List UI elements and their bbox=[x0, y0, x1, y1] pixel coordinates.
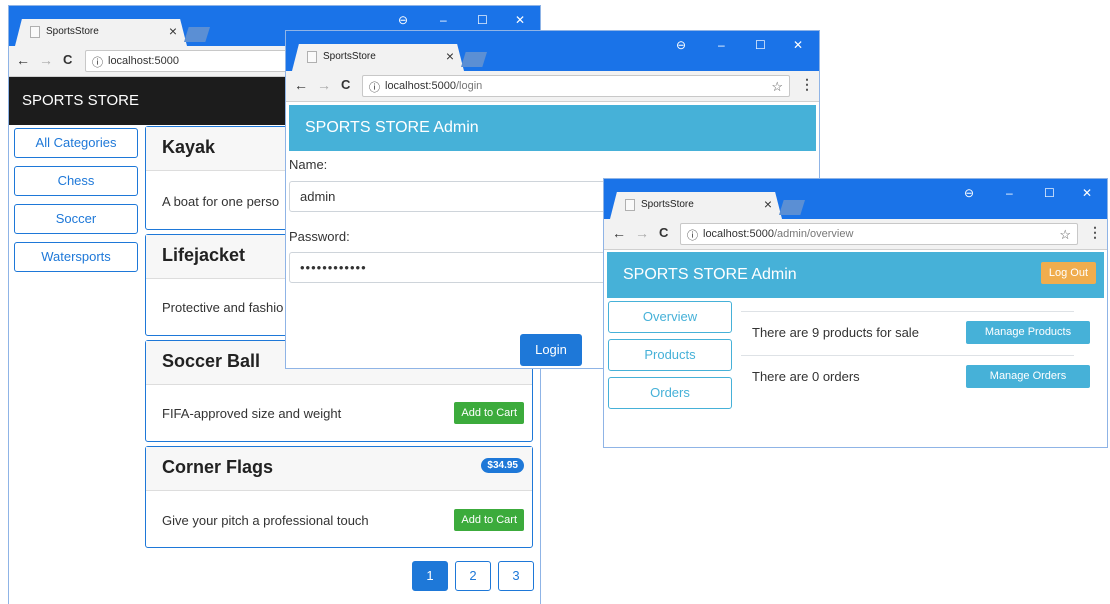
menu-icon[interactable]: ⋮ bbox=[1088, 224, 1102, 241]
category-chess-button[interactable]: Chess bbox=[14, 166, 138, 196]
account-icon[interactable]: ⊖ bbox=[676, 38, 686, 52]
back-icon[interactable]: ← bbox=[294, 77, 308, 93]
product-description: Give your pitch a professional touch bbox=[162, 513, 369, 528]
account-icon[interactable]: ⊖ bbox=[398, 13, 408, 27]
back-icon[interactable]: ← bbox=[612, 225, 626, 241]
product-description: A boat for one perso bbox=[162, 194, 280, 209]
maximize-icon[interactable]: ☐ bbox=[477, 13, 488, 27]
page-icon bbox=[625, 199, 635, 211]
store-brand: SPORTS STORE bbox=[22, 92, 139, 109]
manage-products-button[interactable]: Manage Products bbox=[966, 321, 1090, 344]
product-name: Lifejacket bbox=[162, 245, 246, 265]
admin-navbar: SPORTS STORE Admin bbox=[289, 105, 816, 151]
url-text: localhost:5000 bbox=[108, 55, 179, 67]
nav-products-button[interactable]: Products bbox=[608, 339, 732, 371]
bookmark-star-icon[interactable]: ☆ bbox=[771, 79, 783, 95]
new-tab-button[interactable] bbox=[779, 200, 805, 215]
nav-overview-button[interactable]: Overview bbox=[608, 301, 732, 333]
page-icon bbox=[30, 26, 40, 38]
menu-icon[interactable]: ⋮ bbox=[800, 76, 814, 93]
product-name: Corner Flags bbox=[162, 457, 274, 477]
product-name: Kayak bbox=[162, 137, 216, 157]
url-text: localhost:5000/login bbox=[385, 80, 482, 92]
browser-tab[interactable]: SportsStore × bbox=[610, 192, 782, 219]
category-watersports-button[interactable]: Watersports bbox=[14, 242, 138, 272]
product-header: Corner Flags $34.95 bbox=[146, 447, 532, 491]
close-window-icon[interactable]: ✕ bbox=[1082, 186, 1092, 200]
browser-tab[interactable]: SportsStore × bbox=[292, 44, 464, 71]
add-to-cart-button[interactable]: Add to Cart bbox=[454, 402, 524, 424]
close-window-icon[interactable]: ✕ bbox=[515, 13, 525, 27]
page-icon bbox=[307, 51, 317, 63]
admin-navbar: SPORTS STORE Admin Log Out bbox=[607, 252, 1104, 298]
product-card-corner-flags: Corner Flags $34.95 Give your pitch a pr… bbox=[145, 446, 533, 548]
tab-title: SportsStore bbox=[323, 51, 376, 62]
close-tab-icon[interactable]: × bbox=[169, 23, 177, 39]
url-host: localhost:5000 bbox=[703, 228, 774, 240]
title-bar: SportsStore × ⊖ – ☐ ✕ bbox=[604, 179, 1107, 219]
maximize-icon[interactable]: ☐ bbox=[755, 38, 766, 52]
browser-tab[interactable]: SportsStore × bbox=[15, 19, 187, 46]
close-tab-icon[interactable]: × bbox=[764, 196, 772, 212]
forward-icon[interactable]: → bbox=[635, 225, 649, 241]
page-1-button[interactable]: 1 bbox=[412, 561, 448, 591]
product-count-text: There are 9 products for sale bbox=[752, 325, 919, 340]
url-host: localhost:5000 bbox=[108, 55, 179, 67]
address-bar[interactable]: ⓘ localhost:5000/login ☆ bbox=[362, 75, 790, 97]
new-tab-button[interactable] bbox=[461, 52, 487, 67]
close-window-icon[interactable]: ✕ bbox=[793, 38, 803, 52]
maximize-icon[interactable]: ☐ bbox=[1044, 186, 1055, 200]
name-label: Name: bbox=[289, 157, 328, 172]
reload-icon[interactable]: C bbox=[659, 225, 668, 240]
product-description: Protective and fashio bbox=[162, 300, 284, 315]
login-button[interactable]: Login bbox=[520, 334, 582, 366]
url-host: localhost:5000 bbox=[385, 80, 456, 92]
manage-orders-button[interactable]: Manage Orders bbox=[966, 365, 1090, 388]
url-text: localhost:5000/admin/overview bbox=[703, 228, 853, 240]
password-label: Password: bbox=[289, 229, 350, 244]
admin-browser-window: SportsStore × ⊖ – ☐ ✕ ← → C ⓘ localhost:… bbox=[604, 179, 1107, 447]
page-3-button[interactable]: 3 bbox=[498, 561, 534, 591]
minimize-icon[interactable]: – bbox=[1006, 186, 1013, 200]
minimize-icon[interactable]: – bbox=[440, 13, 447, 27]
forward-icon[interactable]: → bbox=[317, 77, 331, 93]
category-soccer-button[interactable]: Soccer bbox=[14, 204, 138, 234]
reload-icon[interactable]: C bbox=[63, 52, 72, 67]
category-all-button[interactable]: All Categories bbox=[14, 128, 138, 158]
new-tab-button[interactable] bbox=[184, 27, 210, 42]
close-tab-icon[interactable]: × bbox=[446, 48, 454, 64]
reload-icon[interactable]: C bbox=[341, 77, 350, 92]
logout-button[interactable]: Log Out bbox=[1040, 262, 1096, 284]
nav-orders-button[interactable]: Orders bbox=[608, 377, 732, 409]
admin-brand: SPORTS STORE Admin bbox=[305, 119, 479, 136]
minimize-icon[interactable]: – bbox=[718, 38, 725, 52]
info-icon[interactable]: ⓘ bbox=[687, 227, 698, 243]
table-divider bbox=[741, 311, 1074, 312]
bookmark-star-icon[interactable]: ☆ bbox=[1059, 227, 1071, 243]
admin-brand: SPORTS STORE Admin bbox=[623, 266, 797, 283]
back-icon[interactable]: ← bbox=[16, 52, 30, 68]
add-to-cart-button[interactable]: Add to Cart bbox=[454, 509, 524, 531]
address-bar[interactable]: ⓘ localhost:5000/admin/overview ☆ bbox=[680, 223, 1078, 245]
url-path: /login bbox=[455, 80, 483, 92]
forward-icon[interactable]: → bbox=[39, 52, 53, 68]
title-bar: SportsStore × ⊖ – ☐ ✕ bbox=[286, 31, 819, 71]
table-divider bbox=[741, 355, 1074, 356]
price-badge: $34.95 bbox=[481, 458, 524, 473]
browser-toolbar: ← → C ⓘ localhost:5000/login ☆ ⋮ bbox=[286, 71, 819, 102]
browser-toolbar: ← → C ⓘ localhost:5000/admin/overview ☆ … bbox=[604, 219, 1107, 250]
product-name: Soccer Ball bbox=[162, 351, 261, 371]
page-2-button[interactable]: 2 bbox=[455, 561, 491, 591]
account-icon[interactable]: ⊖ bbox=[964, 186, 974, 200]
info-icon[interactable]: ⓘ bbox=[369, 79, 380, 95]
product-description: FIFA-approved size and weight bbox=[162, 406, 342, 421]
info-icon[interactable]: ⓘ bbox=[92, 54, 103, 70]
url-path: /admin/overview bbox=[773, 228, 854, 240]
order-count-text: There are 0 orders bbox=[752, 369, 860, 384]
tab-title: SportsStore bbox=[46, 26, 99, 37]
tab-title: SportsStore bbox=[641, 199, 694, 210]
